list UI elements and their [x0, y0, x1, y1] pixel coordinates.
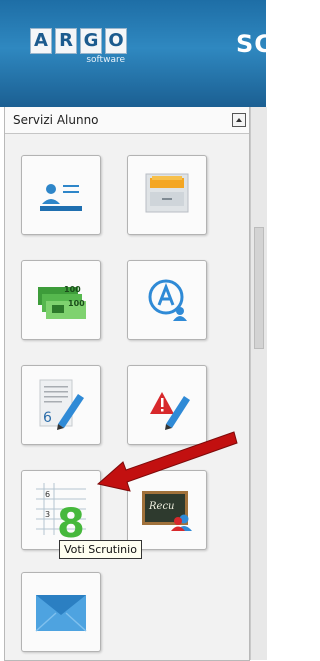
tooltip: Voti Scrutinio [59, 540, 142, 559]
annotation-arrow-icon [96, 431, 238, 492]
